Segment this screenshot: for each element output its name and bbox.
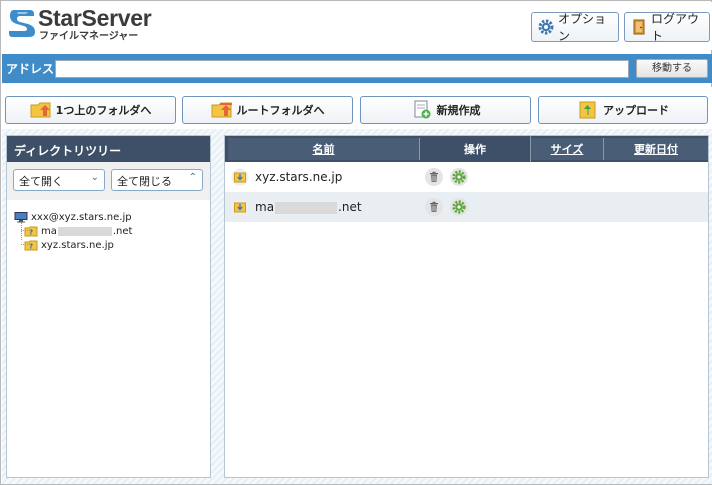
brand: StarServer ファイルマネージャー: [38, 5, 152, 43]
tree-root[interactable]: xxx@xyz.stars.ne.jp: [7, 210, 210, 224]
file-table-header: 名前 操作 サイズ 更新日付: [225, 136, 708, 162]
toolbar: 1つ上のフォルダへ ルートフォルダへ 新規作成 アップロード: [2, 87, 712, 131]
file-name: xyz.stars.ne.jp: [255, 170, 343, 184]
folder-up-icon: [30, 100, 52, 120]
gear-icon: [452, 200, 466, 214]
delete-button[interactable]: [425, 168, 443, 186]
file-name-link[interactable]: xyz.stars.ne.jp: [255, 170, 342, 184]
logout-button[interactable]: ログアウト: [624, 12, 710, 43]
go-button[interactable]: 移動する: [636, 59, 708, 78]
column-ops: 操作: [420, 136, 531, 162]
tree-item-label: xyz.stars.ne.jp: [41, 239, 114, 251]
directory-tree: xxx@xyz.stars.ne.jp ? ma .net ? xyz.stars…: [7, 200, 210, 252]
chevron-down-icon: ⌄: [90, 172, 99, 183]
collapse-all-label: 全て閉じる: [117, 175, 172, 188]
root-folder-label: ルートフォルダへ: [236, 104, 325, 117]
address-label: アドレス: [6, 62, 55, 76]
file-name-suffix: .net: [338, 200, 362, 214]
directory-panel: ディレクトリツリー 全て開く ⌄ 全て閉じる ⌃ xxx@xyz.stars.n…: [6, 135, 211, 478]
options-label: オプション: [558, 12, 607, 43]
chevron-up-icon: ⌃: [188, 172, 197, 183]
door-icon: [631, 19, 647, 35]
column-date[interactable]: 更新日付: [604, 138, 708, 160]
options-button[interactable]: オプション: [531, 12, 619, 43]
trash-icon: [430, 201, 438, 212]
upload-button[interactable]: アップロード: [538, 96, 708, 124]
svg-text:?: ?: [29, 242, 33, 250]
address-bar: アドレス 移動する: [2, 54, 712, 83]
content-area: ディレクトリツリー 全て開く ⌄ 全て閉じる ⌃ xxx@xyz.stars.n…: [2, 129, 712, 484]
gear-icon: [452, 170, 466, 184]
header: StarServer ファイルマネージャー オプション ログアウト: [2, 2, 712, 50]
column-name[interactable]: 名前: [228, 138, 420, 160]
app-frame: StarServer ファイルマネージャー オプション ログアウト アドレス 移…: [0, 0, 712, 485]
table-row: xyz.stars.ne.jp: [225, 162, 708, 192]
tree-controls: 全て開く ⌄ 全て閉じる ⌃: [7, 162, 210, 200]
new-create-label: 新規作成: [436, 104, 481, 117]
gear-icon: [538, 19, 554, 35]
expand-all-select[interactable]: 全て開く ⌄: [13, 169, 105, 191]
file-list-panel: 名前 操作 サイズ 更新日付 xyz.stars.ne.jp ma .net: [224, 135, 709, 478]
settings-button[interactable]: [450, 168, 468, 186]
redaction: [57, 226, 112, 236]
collapse-all-select[interactable]: 全て閉じる ⌃: [111, 169, 203, 191]
upload-label: アップロード: [603, 104, 669, 117]
brand-subtitle: ファイルマネージャー: [39, 31, 139, 42]
svg-text:?: ?: [29, 228, 33, 236]
new-file-icon: [411, 100, 433, 120]
file-name-link[interactable]: ma .net: [255, 200, 362, 214]
parent-folder-button[interactable]: 1つ上のフォルダへ: [5, 96, 176, 124]
tree-root-label: xxx@xyz.stars.ne.jp: [31, 211, 132, 223]
new-create-button[interactable]: 新規作成: [360, 96, 531, 124]
folder-download-icon: [231, 198, 249, 216]
tree-item-prefix: ma: [41, 225, 57, 237]
parent-folder-label: 1つ上のフォルダへ: [55, 104, 152, 117]
expand-all-label: 全て開く: [19, 175, 63, 188]
delete-button[interactable]: [425, 198, 443, 216]
column-size[interactable]: サイズ: [531, 138, 604, 160]
folder-root-icon: [211, 100, 233, 120]
tree-item[interactable]: ? xyz.stars.ne.jp: [7, 238, 210, 252]
directory-title: ディレクトリツリー: [7, 136, 210, 162]
tree-connector: [21, 244, 28, 245]
tree-item-suffix: .net: [112, 225, 133, 237]
computer-icon: [14, 211, 28, 223]
folder-question-icon: ?: [24, 226, 38, 237]
tree-item[interactable]: ? ma .net: [7, 224, 210, 238]
table-row: ma .net: [225, 192, 708, 222]
folder-question-icon: ?: [24, 240, 38, 251]
upload-icon: [577, 100, 599, 120]
tree-connector: [21, 222, 22, 240]
brand-name: StarServer: [38, 5, 152, 31]
address-input[interactable]: [55, 60, 629, 78]
root-folder-button[interactable]: ルートフォルダへ: [182, 96, 353, 124]
redaction: [275, 201, 338, 214]
trash-icon: [430, 171, 438, 182]
file-name-prefix: ma: [255, 200, 275, 214]
settings-button[interactable]: [450, 198, 468, 216]
tree-connector: [21, 230, 28, 231]
logout-label: ログアウト: [651, 12, 700, 43]
starserver-logo: [9, 10, 35, 37]
folder-download-icon: [231, 168, 249, 186]
